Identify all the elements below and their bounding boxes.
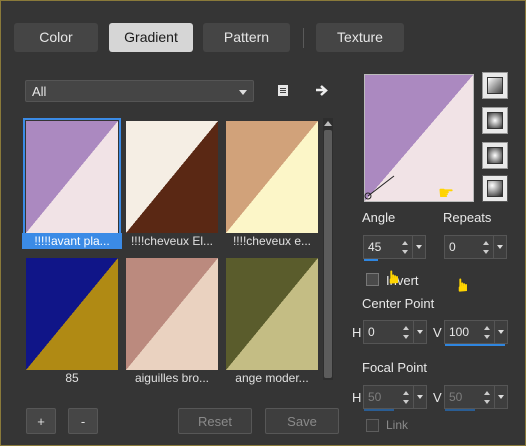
- gradient-label: aiguilles bro...: [134, 371, 210, 385]
- focal-v-stepper[interactable]: 50: [444, 385, 508, 411]
- pointer-hand-icon: ☛: [438, 183, 455, 203]
- tab-divider: [303, 28, 304, 48]
- gradient-handle[interactable]: [364, 170, 400, 202]
- stepper-arrows[interactable]: [482, 238, 492, 258]
- radial-style-button[interactable]: [482, 107, 508, 134]
- gallery-scrollbar[interactable]: [323, 118, 333, 380]
- pointer-hand-icon: ☛: [384, 268, 405, 286]
- gradient-swatch: [26, 258, 118, 370]
- gradient-label: !!!!cheveux El...: [130, 234, 214, 248]
- stepper-arrows[interactable]: [483, 323, 493, 343]
- save-button[interactable]: Save: [265, 408, 339, 434]
- center-h-value: 0: [368, 325, 375, 339]
- center-v-label: V: [433, 325, 442, 340]
- scrollbar-thumb[interactable]: [324, 130, 332, 378]
- category-select-value: All: [32, 84, 47, 99]
- center-h-label: H: [352, 325, 362, 340]
- focal-v-value: 50: [449, 390, 463, 404]
- repeats-dropdown[interactable]: [493, 236, 506, 258]
- focal-h-stepper[interactable]: 50: [363, 385, 427, 411]
- gradient-thumbnail[interactable]: !!!!!avant pla...: [22, 117, 122, 249]
- category-select[interactable]: All: [25, 80, 254, 102]
- stepper-arrows[interactable]: [401, 238, 411, 258]
- angle-value: 45: [368, 240, 382, 254]
- focal-h-value: 50: [368, 390, 382, 404]
- linear-style-button[interactable]: [482, 72, 508, 99]
- invert-checkbox[interactable]: [366, 273, 379, 286]
- remove-gradient-button[interactable]: -: [68, 408, 98, 434]
- gradient-swatch: [226, 121, 318, 233]
- gradient-swatch: [126, 121, 218, 233]
- arrow-right-icon[interactable]: [315, 84, 329, 97]
- gradient-thumbnail[interactable]: !!!!cheveux El...: [122, 117, 218, 248]
- sunburst-style-button[interactable]: [482, 175, 508, 202]
- angle-label: Angle: [362, 210, 396, 225]
- focal-h-label: H: [352, 390, 362, 405]
- focal-v-level-bar: [445, 409, 475, 411]
- tab-color[interactable]: Color: [14, 23, 98, 52]
- add-gradient-button[interactable]: +: [26, 408, 56, 434]
- gradient-thumbnail[interactable]: aiguilles bro...: [122, 254, 218, 385]
- center-h-stepper[interactable]: 0: [363, 320, 427, 344]
- gradient-swatch: [23, 118, 121, 236]
- stepper-arrows[interactable]: [402, 323, 412, 343]
- tab-pattern[interactable]: Pattern: [203, 23, 290, 52]
- gradient-label: ange moder...: [235, 371, 309, 385]
- sunburst-icon: [487, 180, 503, 197]
- angle-stepper[interactable]: 45: [363, 235, 426, 261]
- focal-v-label: V: [433, 390, 442, 405]
- center-v-level-bar: [445, 344, 505, 346]
- center-v-dropdown[interactable]: [494, 321, 507, 343]
- link-label: Link: [386, 418, 409, 432]
- gradient-label: !!!!!avant pla...: [22, 233, 122, 249]
- repeats-label: Repeats: [443, 210, 492, 225]
- radial-icon: [487, 112, 503, 129]
- gradient-label: !!!!cheveux e...: [232, 234, 312, 248]
- rectangular-icon: [487, 147, 503, 164]
- center-v-value: 100: [449, 325, 470, 339]
- link-checkbox[interactable]: [366, 419, 379, 432]
- chevron-down-icon: [239, 90, 247, 95]
- pointer-hand-icon: ☛: [453, 276, 474, 294]
- tab-gradient[interactable]: Gradient: [109, 23, 193, 52]
- document-icon[interactable]: [277, 84, 290, 97]
- tab-texture[interactable]: Texture: [316, 23, 404, 52]
- reset-button[interactable]: Reset: [178, 408, 252, 434]
- gradient-swatch: [126, 258, 218, 370]
- rectangular-style-button[interactable]: [482, 142, 508, 169]
- gradient-thumbnail[interactable]: !!!!cheveux e...: [222, 117, 318, 248]
- stepper-arrows[interactable]: [483, 388, 493, 408]
- angle-level-bar: [364, 259, 378, 261]
- gradient-thumbnail[interactable]: 85: [22, 254, 118, 385]
- scroll-up-icon[interactable]: [324, 121, 332, 126]
- stepper-arrows[interactable]: [402, 388, 412, 408]
- gradient-swatch: [226, 258, 318, 370]
- repeats-stepper[interactable]: 0: [444, 235, 507, 259]
- center-v-stepper[interactable]: 100: [444, 320, 508, 346]
- gradient-gallery: !!!!!avant pla... !!!!cheveux El... !!!!…: [22, 117, 320, 387]
- center-point-label: Center Point: [362, 296, 435, 311]
- focal-point-label: Focal Point: [362, 360, 428, 375]
- gradient-label: 85: [65, 371, 79, 385]
- angle-dropdown[interactable]: [412, 236, 425, 258]
- center-h-dropdown[interactable]: [413, 321, 426, 343]
- focal-v-dropdown[interactable]: [494, 386, 507, 408]
- gradient-thumbnail[interactable]: ange moder...: [222, 254, 318, 385]
- repeats-value: 0: [449, 240, 456, 254]
- focal-h-level-bar: [364, 409, 394, 411]
- focal-h-dropdown[interactable]: [413, 386, 426, 408]
- linear-icon: [487, 77, 503, 94]
